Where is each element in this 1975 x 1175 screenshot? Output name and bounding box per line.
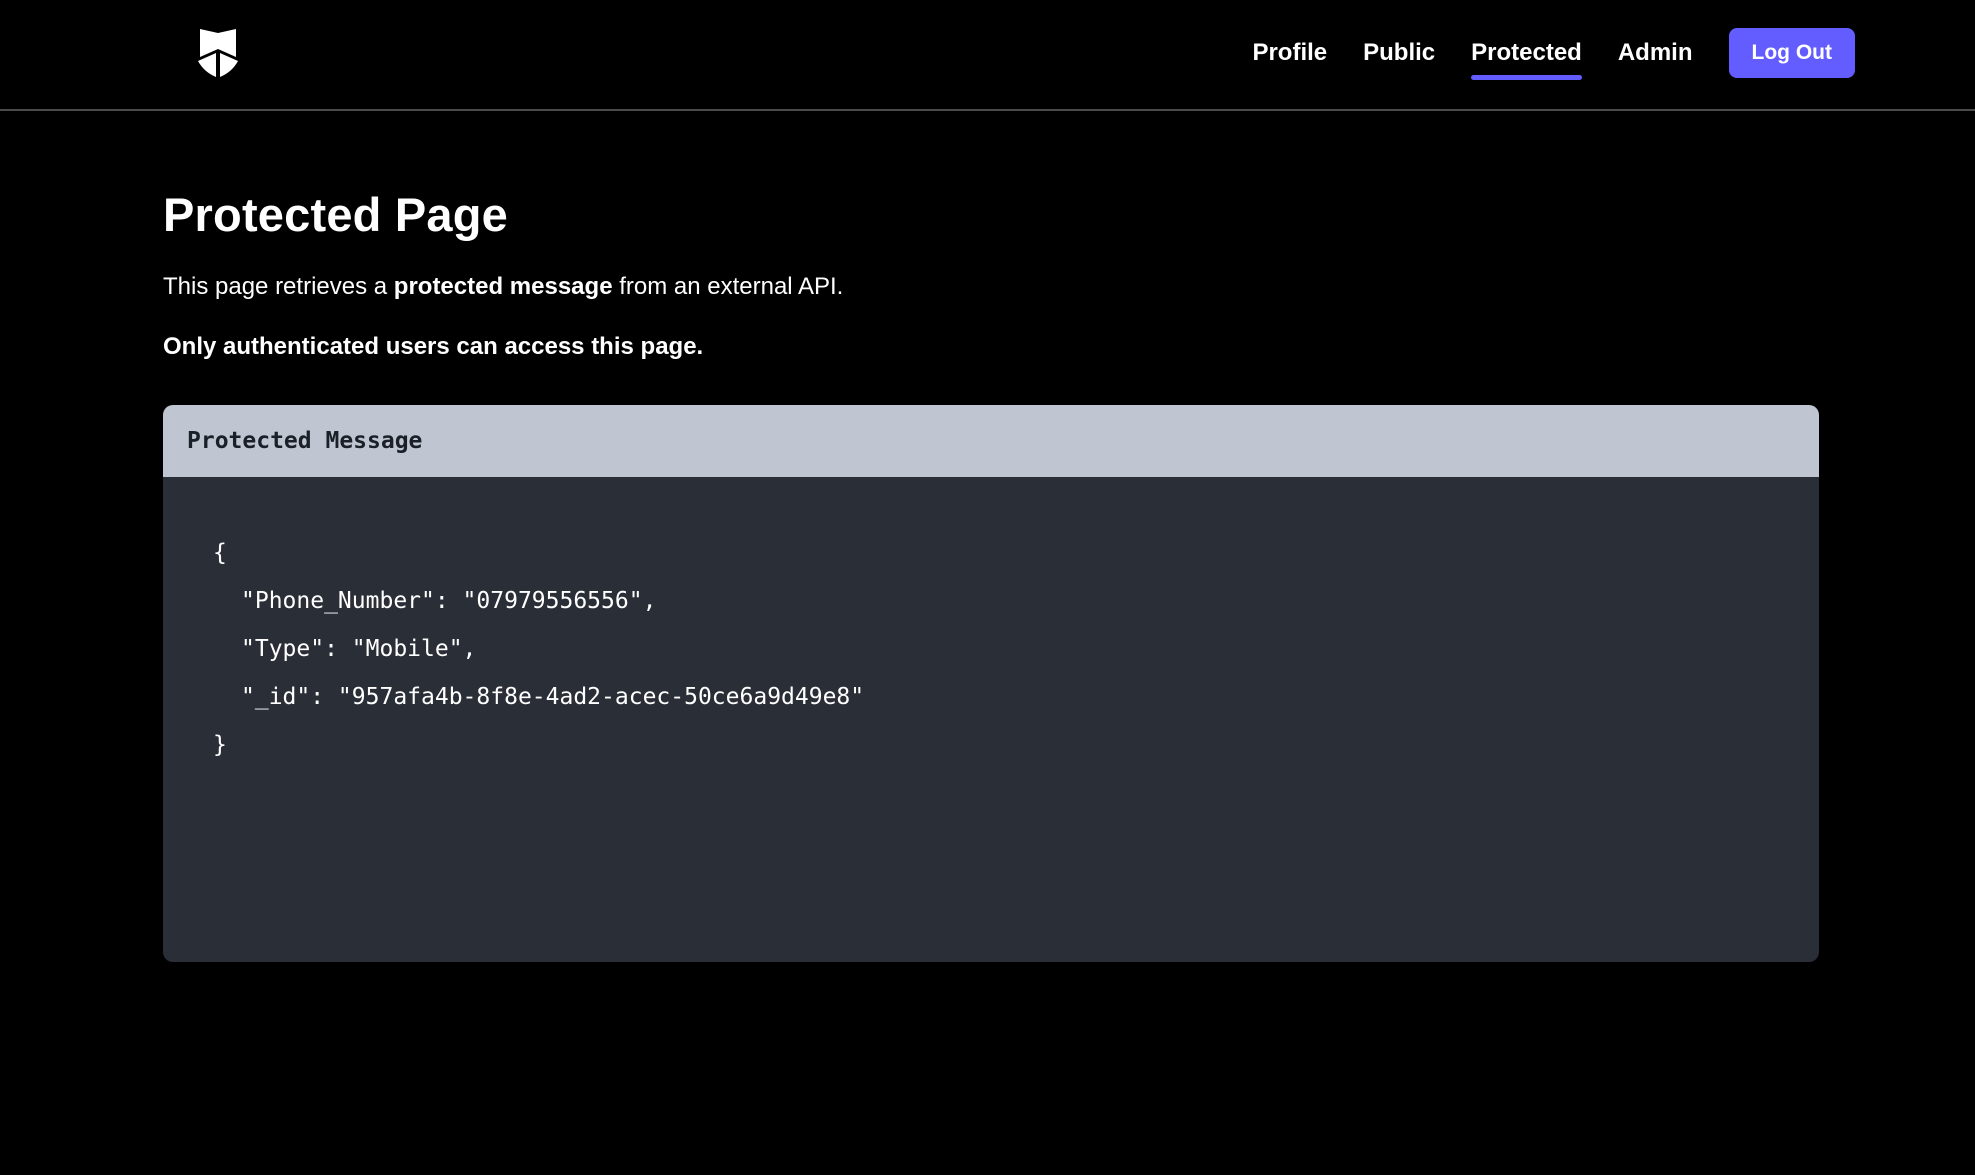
code-box-body: { "Phone_Number": "07979556556", "Type":… xyxy=(163,477,1819,963)
protected-message-box: Protected Message { "Phone_Number": "079… xyxy=(163,405,1819,963)
shield-logo-icon[interactable] xyxy=(196,27,240,79)
page-description: This page retrieves a protected message … xyxy=(163,271,1819,302)
code-box-title: Protected Message xyxy=(163,405,1819,478)
code-open-brace: { xyxy=(213,540,227,567)
logout-button[interactable]: Log Out xyxy=(1728,27,1855,78)
nav-tab-profile[interactable]: Profile xyxy=(1252,40,1327,65)
nav-tab-admin[interactable]: Admin xyxy=(1618,40,1693,65)
description-text-start: This page retrieves a xyxy=(163,272,394,300)
access-notice: Only authenticated users can access this… xyxy=(163,332,704,360)
main-content: Protected Page This page retrieves a pro… xyxy=(163,111,1819,963)
description-text-end: from an external API. xyxy=(612,272,844,300)
page-title: Protected Page xyxy=(163,188,508,241)
nav-tab-protected[interactable]: Protected xyxy=(1471,40,1582,80)
description-highlight: protected message xyxy=(393,272,613,300)
nav-menu: Profile Public Protected Admin Log Out xyxy=(1216,0,1855,105)
code-close-brace: } xyxy=(213,732,227,759)
nav-tab-public[interactable]: Public xyxy=(1363,40,1435,65)
code-line-type: "Type": "Mobile", xyxy=(241,636,477,663)
code-line-id: "_id": "957afa4b-8f8e-4ad2-acec-50ce6a9d… xyxy=(241,684,865,711)
code-line-phone-number: "Phone_Number": "07979556556", xyxy=(241,588,657,615)
nav-bar: Profile Public Protected Admin Log Out xyxy=(0,0,1975,111)
